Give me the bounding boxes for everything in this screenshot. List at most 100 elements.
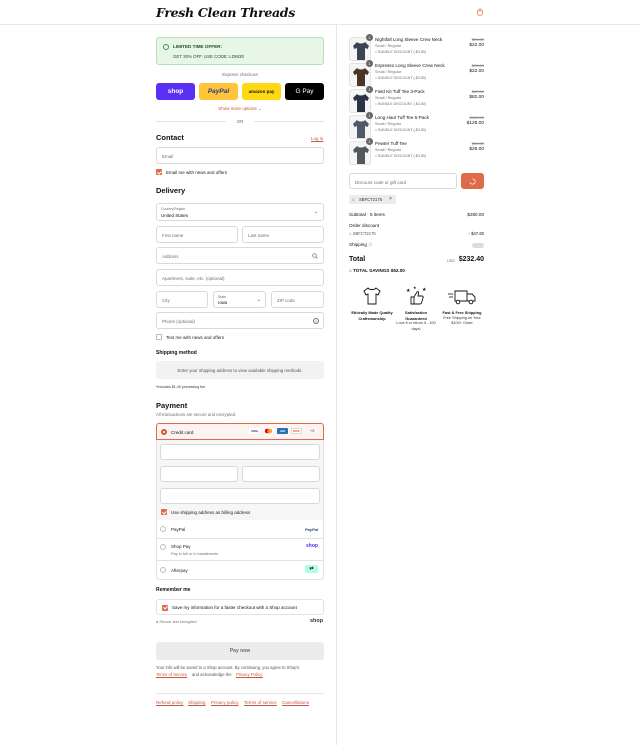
email-news-label: Email me with news and offers [166,169,227,175]
security-code-field[interactable] [242,466,320,482]
amex-icon: AM [277,428,288,434]
cancellations-link[interactable]: Cancellations [282,700,309,705]
google-pay-button[interactable]: G Pay [285,83,324,100]
express-checkout-label: Express checkout [222,72,258,77]
secure-text: Secure and encrypted [159,620,197,624]
afterpay-option-label[interactable]: Afterpay [171,568,188,573]
apply-discount-button[interactable] [461,173,484,189]
check-circle-icon [163,44,169,50]
item-discount-text: BUNDLE DISCOUNT (-$3.80) [378,128,427,132]
card-number-field[interactable] [160,444,320,460]
paypal-option-label[interactable]: PayPal [171,527,185,532]
delivery-truck-icon [448,290,476,305]
more-cards-badge: +5 [310,428,315,433]
city-field[interactable]: City [156,291,208,308]
terms-of-service-footer-link[interactable]: Terms of service [244,700,277,705]
shop-pay-option-label[interactable]: Shop Pay [171,544,191,549]
tshirt-icon [363,287,381,305]
afterpay-radio[interactable] [160,567,166,573]
last-name-field[interactable]: Last name [242,226,324,243]
pay-now-label: Pay now [229,648,251,654]
search-icon [312,253,318,259]
shipping-row: Shipping ⓘ [349,242,484,248]
discover-icon: DISC [291,428,302,434]
paypal-radio[interactable] [160,526,166,532]
apartment-field[interactable]: Apartment, suite, etc. (optional) [156,269,324,286]
first-name-field[interactable]: First name [156,226,238,243]
item-discount-text: BUNDLE DISCOUNT (-$3.80) [378,154,427,158]
secure-encrypted-label: ● Secure and encrypted [156,620,197,624]
item-original-price: $25.80 [471,37,484,42]
phone-field[interactable]: Phone (optional) ? [156,312,324,329]
first-name-placeholder: First name [162,232,184,238]
quantity-badge: 1 [366,60,373,67]
zip-field[interactable]: ZIP code [271,291,324,308]
cart-item: 1 Pewter Tuff Tee Small / Regular ⌂ BUNDLE … [349,138,484,165]
order-discount-value: - $47.60 [468,231,484,236]
order-discount-row: Order discount [349,223,484,228]
lock-icon: ● [156,620,159,624]
shipping-policy-link[interactable]: Shipping [188,700,206,705]
billing-address-checkbox[interactable] [161,509,167,515]
quantity-badge: 1 [366,138,373,145]
paypal-logo: PayPal [305,527,319,532]
address-field[interactable]: Address [156,247,324,264]
amazon-pay-label: amazon pay [248,89,275,94]
tag-icon: ⌂ [375,154,378,158]
total-label: Total [349,256,366,263]
text-news-checkbox[interactable] [156,334,162,340]
zip-placeholder: ZIP code [277,297,295,303]
terms-of-service-link[interactable]: Terms of Service [156,672,187,677]
pay-now-button[interactable]: Pay now [156,642,324,660]
state-select[interactable]: State Iowa ⌄ [213,291,266,308]
credit-card-label: Credit card [171,429,194,435]
help-icon[interactable]: ⓘ [368,242,372,247]
delivery-heading: Delivery [156,186,186,195]
shop-pay-button[interactable]: shop [156,83,195,100]
credit-card-radio[interactable] [161,429,167,435]
shop-pay-radio[interactable] [160,544,166,550]
email-field[interactable]: Email [156,147,324,164]
panel-divider [336,25,337,745]
paypal-button[interactable]: PayPal [199,83,238,100]
remember-me-heading: Remember me [156,587,191,593]
expiration-field[interactable] [160,466,238,482]
save-info-label: Save my information for a faster checkou… [172,605,297,610]
tag-icon: ⌂ [375,76,378,80]
discount-code-field[interactable]: Discount code or gift card [349,173,457,189]
chevron-down-icon: ⌄ [313,209,318,215]
item-discount: ⌂ BUNDLE DISCOUNT (-$3.80) [375,50,426,54]
login-link[interactable]: Log in [311,136,323,141]
applied-code-tag: ⌂ SBFCT2175 × [349,195,396,204]
tag-icon: ⌂ [375,128,378,132]
item-original-price: $128.80 [469,115,484,120]
help-icon[interactable]: ? [313,317,319,324]
cart-item: 1 Field Kit Tuff Tee 3-Pack Small / Regula… [349,86,484,113]
close-icon[interactable]: × [389,196,392,202]
item-variant: Small / Regular [375,70,401,74]
shipping-method-heading: Shipping method [156,350,197,356]
svg-text:★: ★ [422,287,427,293]
show-more-options-link[interactable]: Show more options ⌄ [156,106,324,112]
paypal-label: PayPal [207,88,230,95]
amazon-pay-button[interactable]: amazon pay [242,83,281,100]
save-info-checkbox[interactable] [162,604,168,611]
privacy-policy-footer-link[interactable]: Privacy policy [211,700,239,705]
privacy-policy-link[interactable]: Privacy Policy. [236,672,263,677]
offer-title: LIMITED TIME OFFER: [173,44,222,49]
item-variant: Small / Regular [375,44,401,48]
email-placeholder: Email [162,153,174,159]
refund-policy-link[interactable]: Refund policy [156,700,183,705]
country-select[interactable]: Country/Region United States ⌄ [156,203,324,221]
item-discount: ⌂ BUNDLE DISCOUNT (-$3.80) [375,154,426,158]
cart-bag-icon[interactable] [476,8,484,16]
store-logo[interactable]: Fresh Clean Threads [156,5,295,20]
email-news-checkbox[interactable] [156,169,162,175]
shipping-label: Shipping [349,242,367,247]
name-on-card-field[interactable] [160,488,320,504]
quantity-badge: 1 [366,86,373,93]
item-discount-text: BUNDLE DISCOUNT (-$3.80) [378,76,427,80]
cart-item: 1 Long Haul Tuff Tee 5-Pack Small / Regula… [349,112,484,139]
item-discount-text: BUNDLE DISCOUNT (-$3.80) [378,102,427,106]
item-discount: ⌂ BUNDLE DISCOUNT (-$3.80) [375,128,426,132]
